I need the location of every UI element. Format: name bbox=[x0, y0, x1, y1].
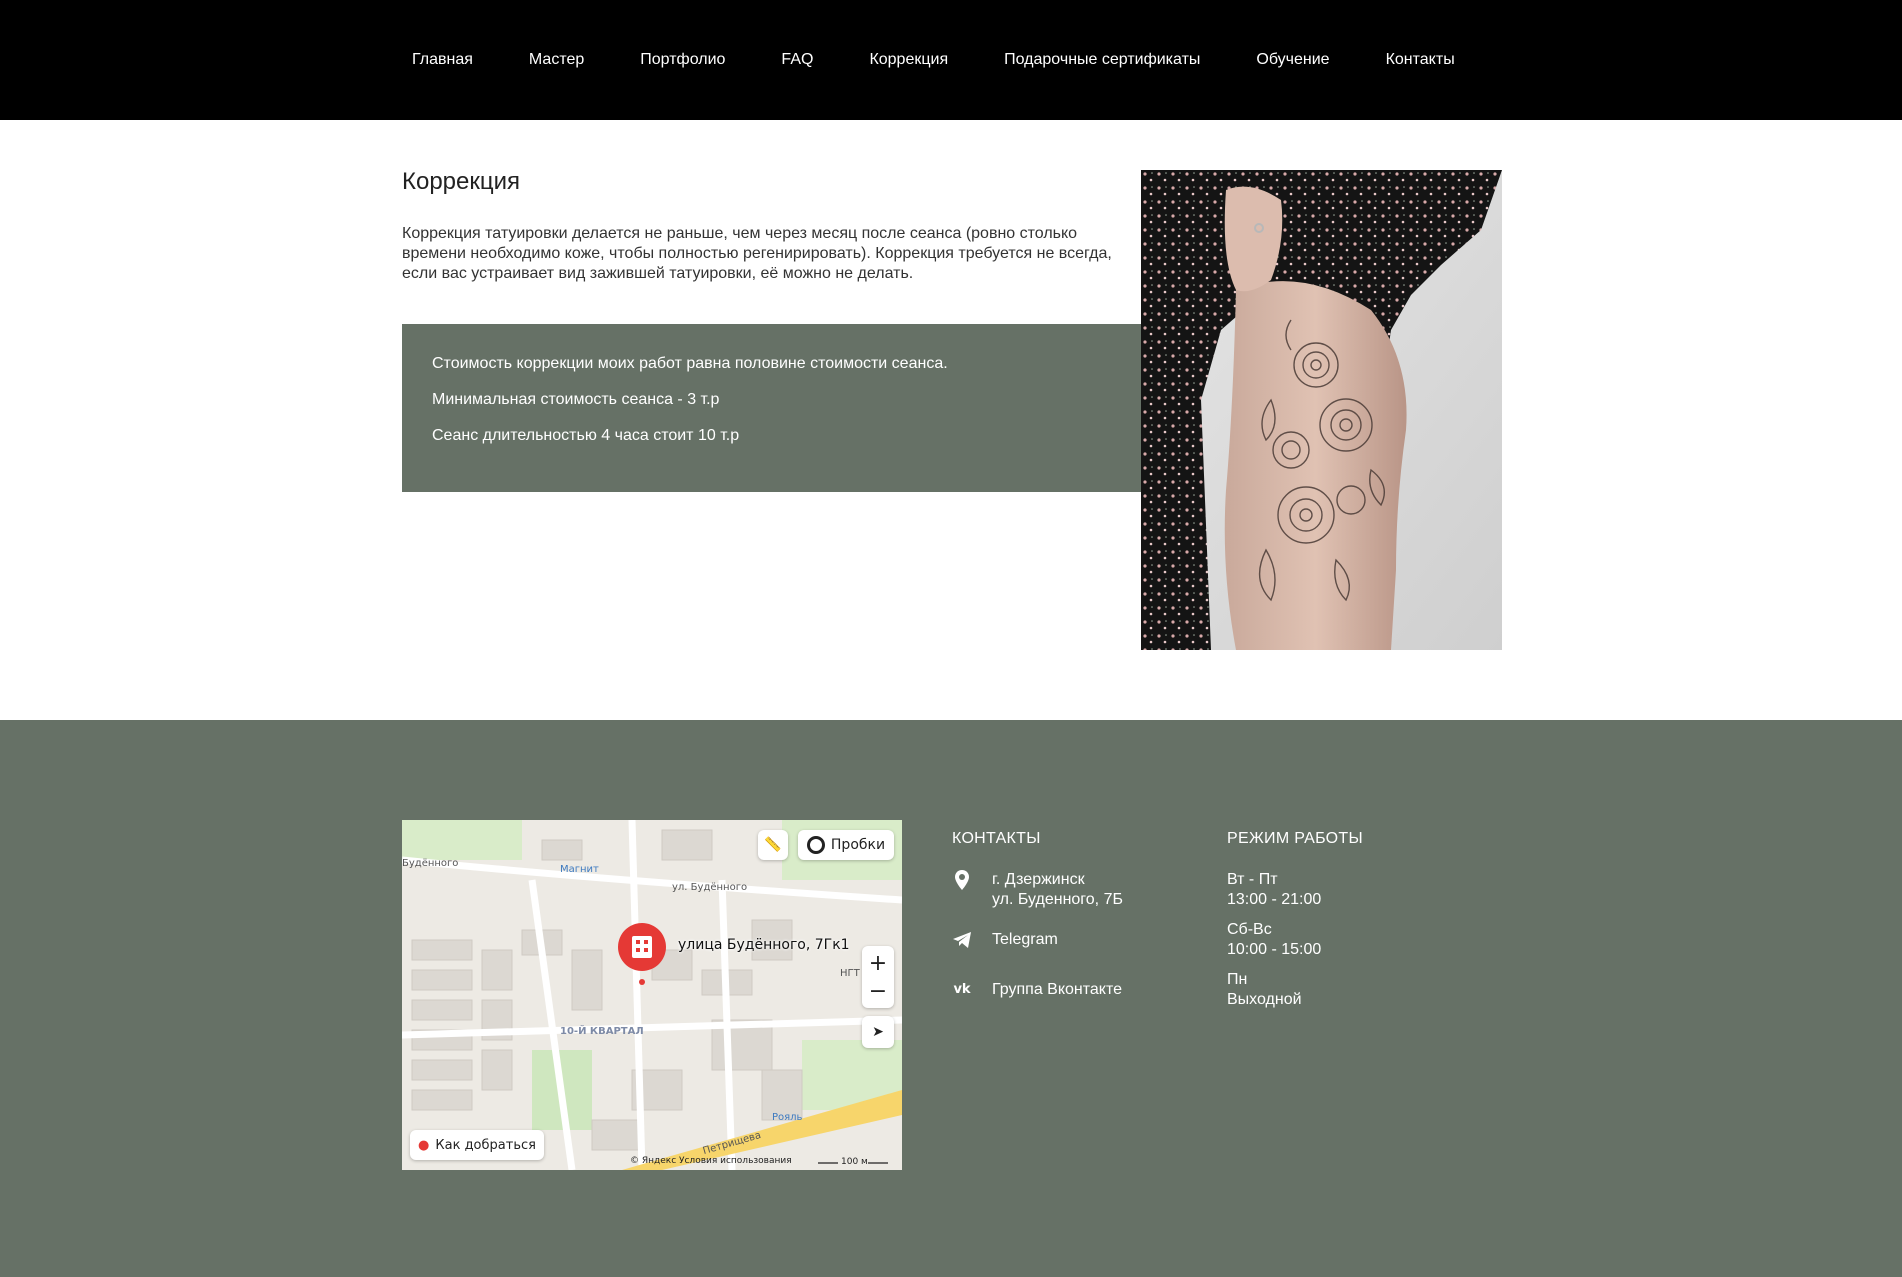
price-line-session: Сеанс длительностью 4 часа стоит 10 т.р bbox=[432, 427, 740, 444]
nav-gift-certificates[interactable]: Подарочные сертификаты bbox=[994, 51, 1210, 69]
vk-row[interactable]: vk Группа Вконтакте bbox=[952, 980, 1122, 1000]
ruler-icon: 📏 bbox=[764, 837, 782, 853]
map-shop-royal: Рояль bbox=[772, 1112, 803, 1123]
nav-master[interactable]: Мастер bbox=[519, 51, 594, 69]
nav-contacts[interactable]: Контакты bbox=[1376, 51, 1465, 69]
correction-description: Коррекция татуировки делается не раньше,… bbox=[402, 225, 1112, 282]
main-nav: Главная Мастер Портфолио FAQ Коррекция П… bbox=[402, 0, 1465, 120]
price-info-box: Стоимость коррекции моих работ равна пол… bbox=[402, 324, 1141, 492]
geolocation-button[interactable]: ➤ bbox=[862, 1016, 894, 1048]
telegram-icon bbox=[952, 930, 972, 950]
map-org-label: НГТ bbox=[840, 968, 860, 979]
map-street-label-2: Будённого bbox=[402, 858, 459, 869]
hours-weekdays: Вт - Пт 13:00 - 21:00 bbox=[1227, 870, 1321, 910]
hours-time: 13:00 - 21:00 bbox=[1227, 891, 1322, 908]
hours-time: Выходной bbox=[1227, 991, 1302, 1008]
price-line-minimum: Минимальная стоимость сеанса - 3 т.р bbox=[432, 391, 720, 408]
page-title: Коррекция bbox=[402, 168, 521, 195]
map-shop-magnit: Магнит bbox=[560, 864, 599, 875]
hours-monday: Пн Выходной bbox=[1227, 970, 1302, 1010]
nav-correction[interactable]: Коррекция bbox=[859, 51, 958, 69]
hours-weekend: Сб-Вс 10:00 - 15:00 bbox=[1227, 920, 1321, 960]
price-line-correction: Стоимость коррекции моих работ равна пол… bbox=[432, 355, 948, 372]
hours-days: Вт - Пт bbox=[1227, 871, 1278, 888]
site-header: Главная Мастер Портфолио FAQ Коррекция П… bbox=[0, 0, 1902, 120]
route-button[interactable]: ● Как добраться bbox=[410, 1130, 544, 1160]
nav-home[interactable]: Главная bbox=[402, 51, 483, 69]
map-copyright[interactable]: © Яндекс Условия использования bbox=[630, 1156, 792, 1166]
telegram-row[interactable]: Telegram bbox=[952, 930, 1058, 950]
tattoo-photo bbox=[1141, 170, 1502, 650]
traffic-button[interactable]: Пробки bbox=[798, 830, 894, 860]
hours-days: Сб-Вс bbox=[1227, 921, 1272, 938]
nav-portfolio[interactable]: Портфолио bbox=[630, 51, 735, 69]
site-footer bbox=[0, 720, 1902, 1277]
route-label: Как добраться bbox=[435, 1137, 536, 1153]
hours-time: 10:00 - 15:00 bbox=[1227, 941, 1322, 958]
location-arrow-icon: ➤ bbox=[872, 1024, 884, 1040]
address-street: ул. Буденного, 7Б bbox=[992, 891, 1123, 908]
address-row: г. Дзержинск ул. Буденного, 7Б bbox=[952, 870, 1123, 910]
telegram-link[interactable]: Telegram bbox=[992, 930, 1058, 950]
nav-faq[interactable]: FAQ bbox=[771, 51, 823, 69]
vk-icon: vk bbox=[953, 982, 971, 997]
zoom-out-button[interactable]: − bbox=[869, 979, 887, 1005]
traffic-label: Пробки bbox=[830, 837, 886, 853]
location-pin-icon bbox=[952, 870, 972, 890]
contacts-heading: КОНТАКТЫ bbox=[952, 830, 1041, 847]
map-district-label: 10-Й КВАРТАЛ bbox=[560, 1026, 644, 1037]
vk-link[interactable]: Группа Вконтакте bbox=[992, 980, 1122, 1000]
map-pin-icon: ● bbox=[418, 1137, 430, 1153]
yandex-map[interactable]: Будённого ул. Будённого Магнит 10-Й КВАР… bbox=[402, 820, 902, 1170]
hours-heading: РЕЖИМ РАБОТЫ bbox=[1227, 830, 1363, 847]
zoom-in-button[interactable]: + bbox=[869, 949, 887, 979]
traffic-icon bbox=[806, 836, 825, 854]
ruler-button[interactable]: 📏 bbox=[758, 830, 788, 860]
nav-training[interactable]: Обучение bbox=[1246, 51, 1339, 69]
zoom-control: + − bbox=[862, 946, 894, 1008]
map-address-label: улица Будённого, 7Гк1 bbox=[678, 937, 850, 953]
address-city: г. Дзержинск bbox=[992, 871, 1085, 888]
map-scale-label: 100 м bbox=[841, 1157, 868, 1167]
map-street-label-1: ул. Будённого bbox=[672, 882, 748, 893]
hours-days: Пн bbox=[1227, 971, 1248, 988]
